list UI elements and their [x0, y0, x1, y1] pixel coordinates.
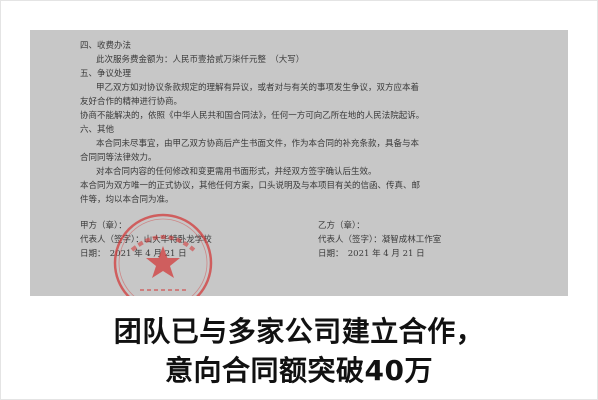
doc-line: 六、其他	[80, 125, 115, 135]
party-b-label: 乙方（章）：	[318, 221, 365, 231]
doc-line: 协商不能解决的，依照《中华人民共和国合同法》，任何一方可向乙所在地的人民法院起诉…	[80, 111, 425, 121]
doc-line: 五、争议处理	[80, 69, 132, 79]
doc-line: 对本合同内容的任何修改和变更需用书面形式，并经双方签字确认后生效。	[96, 167, 377, 177]
doc-line: 四、收费办法	[80, 41, 132, 51]
doc-line: 此次服务费金额为：人民币壹拾贰万柒仟元整 （大写）	[96, 55, 305, 65]
doc-line: 友好合作的精神进行协商。	[80, 97, 183, 107]
caption-line-1: 团队已与多家公司建立合作，	[113, 315, 485, 348]
caption-line-2: 意向合同额突破40万	[165, 354, 433, 387]
doc-line: 甲乙双方如对协议条款规定的理解有异议，或者对与有关的事项发生争议，双方应本着	[96, 83, 420, 93]
contract-photo: 四、收费办法 此次服务费金额为：人民币壹拾贰万柒仟元整 （大写） 五、争议处理 …	[30, 30, 568, 296]
doc-line: 本合同为双方唯一的正式协议，其他任何方案，口头说明及与本项目有关的信函、传真、邮	[80, 181, 421, 191]
doc-line: 件等，均以本合同为准。	[80, 195, 174, 205]
contract-document: 四、收费办法 此次服务费金额为：人民币壹拾贰万柒仟元整 （大写） 五、争议处理 …	[30, 30, 568, 296]
party-b-representative: 代表人（签字）：凝智成林工作室	[318, 235, 442, 245]
red-seal-stamp-icon	[113, 213, 213, 296]
party-b-date: 日期： 2021 年 4 月 21 日	[318, 249, 425, 259]
doc-line: 本合同未尽事宜，由甲乙双方协商后产生书面文件，作为本合同的补充条款，具备与本	[96, 139, 420, 149]
doc-line: 合同同等法律效力。	[80, 153, 157, 163]
